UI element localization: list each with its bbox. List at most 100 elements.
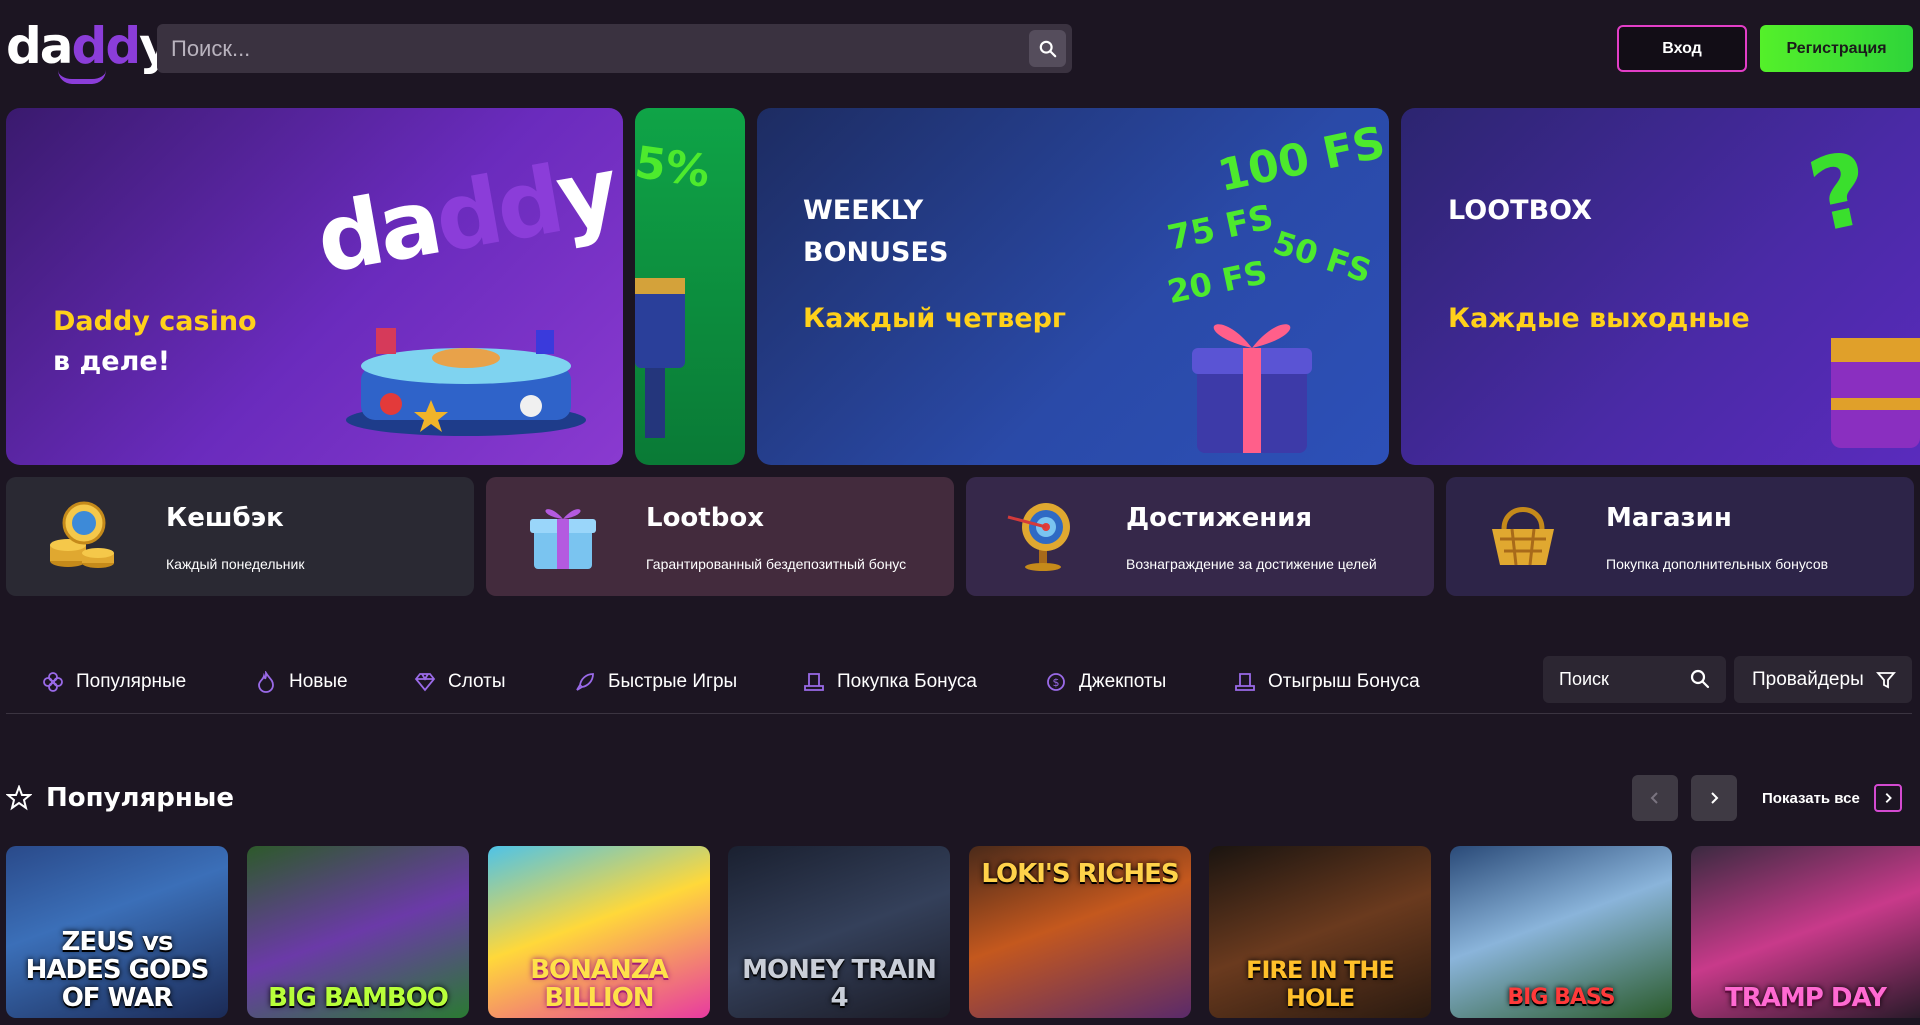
game-card[interactable]: ZEUS vs HADES GODS OF WAR xyxy=(6,846,228,1018)
search-input[interactable] xyxy=(157,24,1017,73)
carousel-prev-button[interactable] xyxy=(1632,775,1678,821)
game-card[interactable]: BIG BASS xyxy=(1450,846,1672,1018)
game-card[interactable]: BIG BAMBOO xyxy=(247,846,469,1018)
banner-lootbox-title: LOOTBOX xyxy=(1448,195,1592,226)
dollar-badge-icon: $ xyxy=(1047,673,1065,691)
banner-lootbox-subtitle: Каждые выходные xyxy=(1448,303,1750,334)
category-slots[interactable]: Слоты xyxy=(414,666,506,698)
category-bar: Популярные Новые Слоты Быстрые Игры Поку… xyxy=(6,652,1912,714)
diamond-icon xyxy=(414,673,436,692)
fs-50-label: 50 FS xyxy=(1268,223,1376,291)
chevron-left-icon xyxy=(1650,792,1658,804)
treasure-chest-icon xyxy=(1831,338,1920,448)
category-bonus-wagering-label: Отыгрыш Бонуса xyxy=(1268,671,1420,692)
chest-illustration-icon xyxy=(635,278,685,438)
search-icon xyxy=(1039,40,1056,57)
banner-daddy-line2: в деле! xyxy=(53,346,171,377)
banner-weekly-title2: BONUSES xyxy=(803,237,949,268)
game-title: LOKI'S RICHES xyxy=(981,859,1179,889)
category-new-label: Новые xyxy=(289,671,348,692)
game-search xyxy=(1543,656,1726,703)
game-title: BONANZA BILLION xyxy=(530,955,669,1013)
top-hat-icon xyxy=(1235,673,1255,691)
search-icon[interactable] xyxy=(1690,669,1710,689)
banner-weekly-bonuses[interactable]: WEEKLY BONUSES Каждый четверг 100 FS 75 … xyxy=(757,108,1389,465)
category-fast-games[interactable]: Быстрые Игры xyxy=(574,666,737,698)
game-card[interactable]: FIRE IN THE HOLE xyxy=(1209,846,1431,1018)
show-all-label: Показать все xyxy=(1762,789,1860,807)
popular-title-label: Популярные xyxy=(46,783,234,813)
chevron-right-icon xyxy=(1711,792,1719,804)
gift-illustration-icon xyxy=(1192,324,1312,453)
flame-icon xyxy=(258,671,274,693)
banner-lootbox[interactable]: LOOTBOX Каждые выходные ? xyxy=(1401,108,1920,465)
game-title: FIRE IN THE HOLE xyxy=(1246,956,1395,1012)
star-icon xyxy=(6,785,32,811)
feature-cashback-title: Кешбэк xyxy=(166,503,284,533)
banner-daddy-casino[interactable]: daddy Daddy casino в деле! xyxy=(6,108,623,465)
category-slots-label: Слоты xyxy=(448,671,506,692)
category-bonus-buy[interactable]: Покупка Бонуса xyxy=(803,666,977,698)
category-popular[interactable]: Популярные xyxy=(42,666,186,698)
feature-lootbox-title: Lootbox xyxy=(646,503,764,533)
filter-icon xyxy=(1876,671,1896,688)
game-card[interactable]: TRAMP DAY xyxy=(1691,846,1920,1018)
cake-illustration-icon xyxy=(346,328,586,436)
feature-cashback[interactable]: Кешбэк Каждый понедельник xyxy=(6,477,474,596)
rocket-icon xyxy=(576,673,594,691)
providers-label: Провайдеры xyxy=(1752,668,1864,690)
game-card[interactable]: LOKI'S RICHES xyxy=(969,846,1191,1018)
search-bar xyxy=(157,24,1072,73)
gold-basket-icon xyxy=(1492,507,1554,566)
game-title: BIG BAMBOO xyxy=(268,983,449,1013)
banner-percent[interactable]: 5% xyxy=(635,108,745,465)
clover-icon xyxy=(43,672,63,692)
category-popular-label: Популярные xyxy=(76,671,187,692)
search-button[interactable] xyxy=(1029,30,1066,67)
banner-weekly-title1: WEEKLY xyxy=(803,195,924,226)
carousel-next-button[interactable] xyxy=(1691,775,1737,821)
banner-daddy-line1: Daddy casino xyxy=(53,306,257,337)
game-search-input[interactable] xyxy=(1543,656,1683,703)
svg-text:$: $ xyxy=(1053,676,1060,689)
feature-achievements-subtitle: Вознаграждение за достижение целей xyxy=(1126,556,1377,572)
banner-weekly-subtitle: Каждый четверг xyxy=(803,303,1067,334)
category-bonus-buy-label: Покупка Бонуса xyxy=(837,671,977,692)
feature-shop-title: Магазин xyxy=(1606,503,1732,533)
game-title: ZEUS vs HADES GODS OF WAR xyxy=(25,927,210,1013)
popular-section-title: Популярные xyxy=(6,780,234,816)
show-all-arrow xyxy=(1873,784,1902,812)
logo[interactable]: daddy xyxy=(6,17,172,84)
feature-achievements-title: Достижения xyxy=(1126,503,1313,533)
feature-shop[interactable]: Магазин Покупка дополнительных бонусов xyxy=(1446,477,1914,596)
feature-cashback-subtitle: Каждый понедельник xyxy=(166,556,305,572)
logo-smile-icon xyxy=(58,70,106,84)
banner-percent-art: 5% xyxy=(635,137,713,198)
show-all-link[interactable]: Показать все xyxy=(1762,784,1902,812)
game-card[interactable]: BONANZA BILLION xyxy=(488,846,710,1018)
coin-stack-icon xyxy=(50,501,114,568)
question-mark-art: ? xyxy=(1799,129,1881,256)
category-jackpots[interactable]: $ Джекпоты xyxy=(1045,666,1166,698)
fs-100-label: 100 FS xyxy=(1213,116,1389,203)
register-button[interactable]: Регистрация xyxy=(1760,25,1913,72)
feature-lootbox[interactable]: Lootbox Гарантированный бездепозитный бо… xyxy=(486,477,954,596)
feature-achievements[interactable]: Достижения Вознаграждение за достижение … xyxy=(966,477,1434,596)
category-new[interactable]: Новые xyxy=(255,666,348,698)
game-card[interactable]: MONEY TRAIN 4 xyxy=(728,846,950,1018)
logo-text: daddy xyxy=(6,17,172,75)
gift-box-icon xyxy=(530,509,596,569)
target-icon xyxy=(1007,503,1070,571)
game-title: MONEY TRAIN 4 xyxy=(742,955,937,1013)
fs-75-label: 75 FS xyxy=(1164,197,1277,259)
game-title: TRAMP DAY xyxy=(1725,983,1887,1013)
category-fast-games-label: Быстрые Игры xyxy=(608,671,738,692)
providers-filter-button[interactable]: Провайдеры xyxy=(1734,656,1912,703)
feature-lootbox-subtitle: Гарантированный бездепозитный бонус xyxy=(646,556,907,572)
category-bonus-wagering[interactable]: Отыгрыш Бонуса xyxy=(1234,666,1420,698)
login-button[interactable]: Вход xyxy=(1617,25,1747,72)
category-jackpots-label: Джекпоты xyxy=(1079,671,1167,692)
top-hat-icon xyxy=(804,673,824,691)
header: daddy Вход Регистрация xyxy=(0,0,1920,96)
game-title: BIG BASS xyxy=(1507,985,1615,1010)
